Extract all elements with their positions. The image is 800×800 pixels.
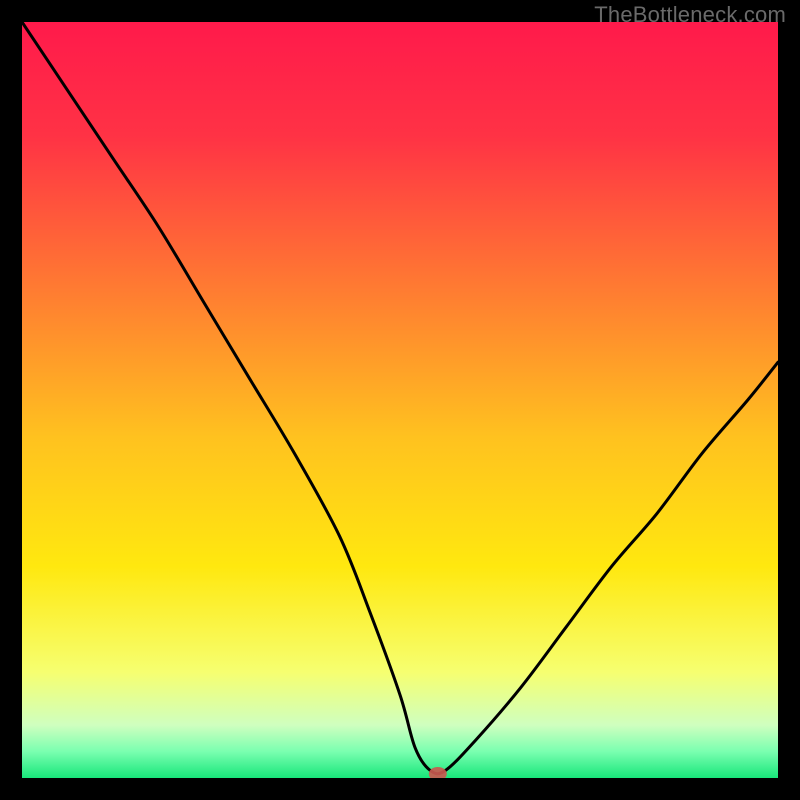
gradient-background bbox=[22, 22, 778, 778]
chart-frame: TheBottleneck.com bbox=[0, 0, 800, 800]
watermark-label: TheBottleneck.com bbox=[594, 2, 786, 28]
plot-area bbox=[22, 22, 778, 778]
chart-svg bbox=[22, 22, 778, 778]
